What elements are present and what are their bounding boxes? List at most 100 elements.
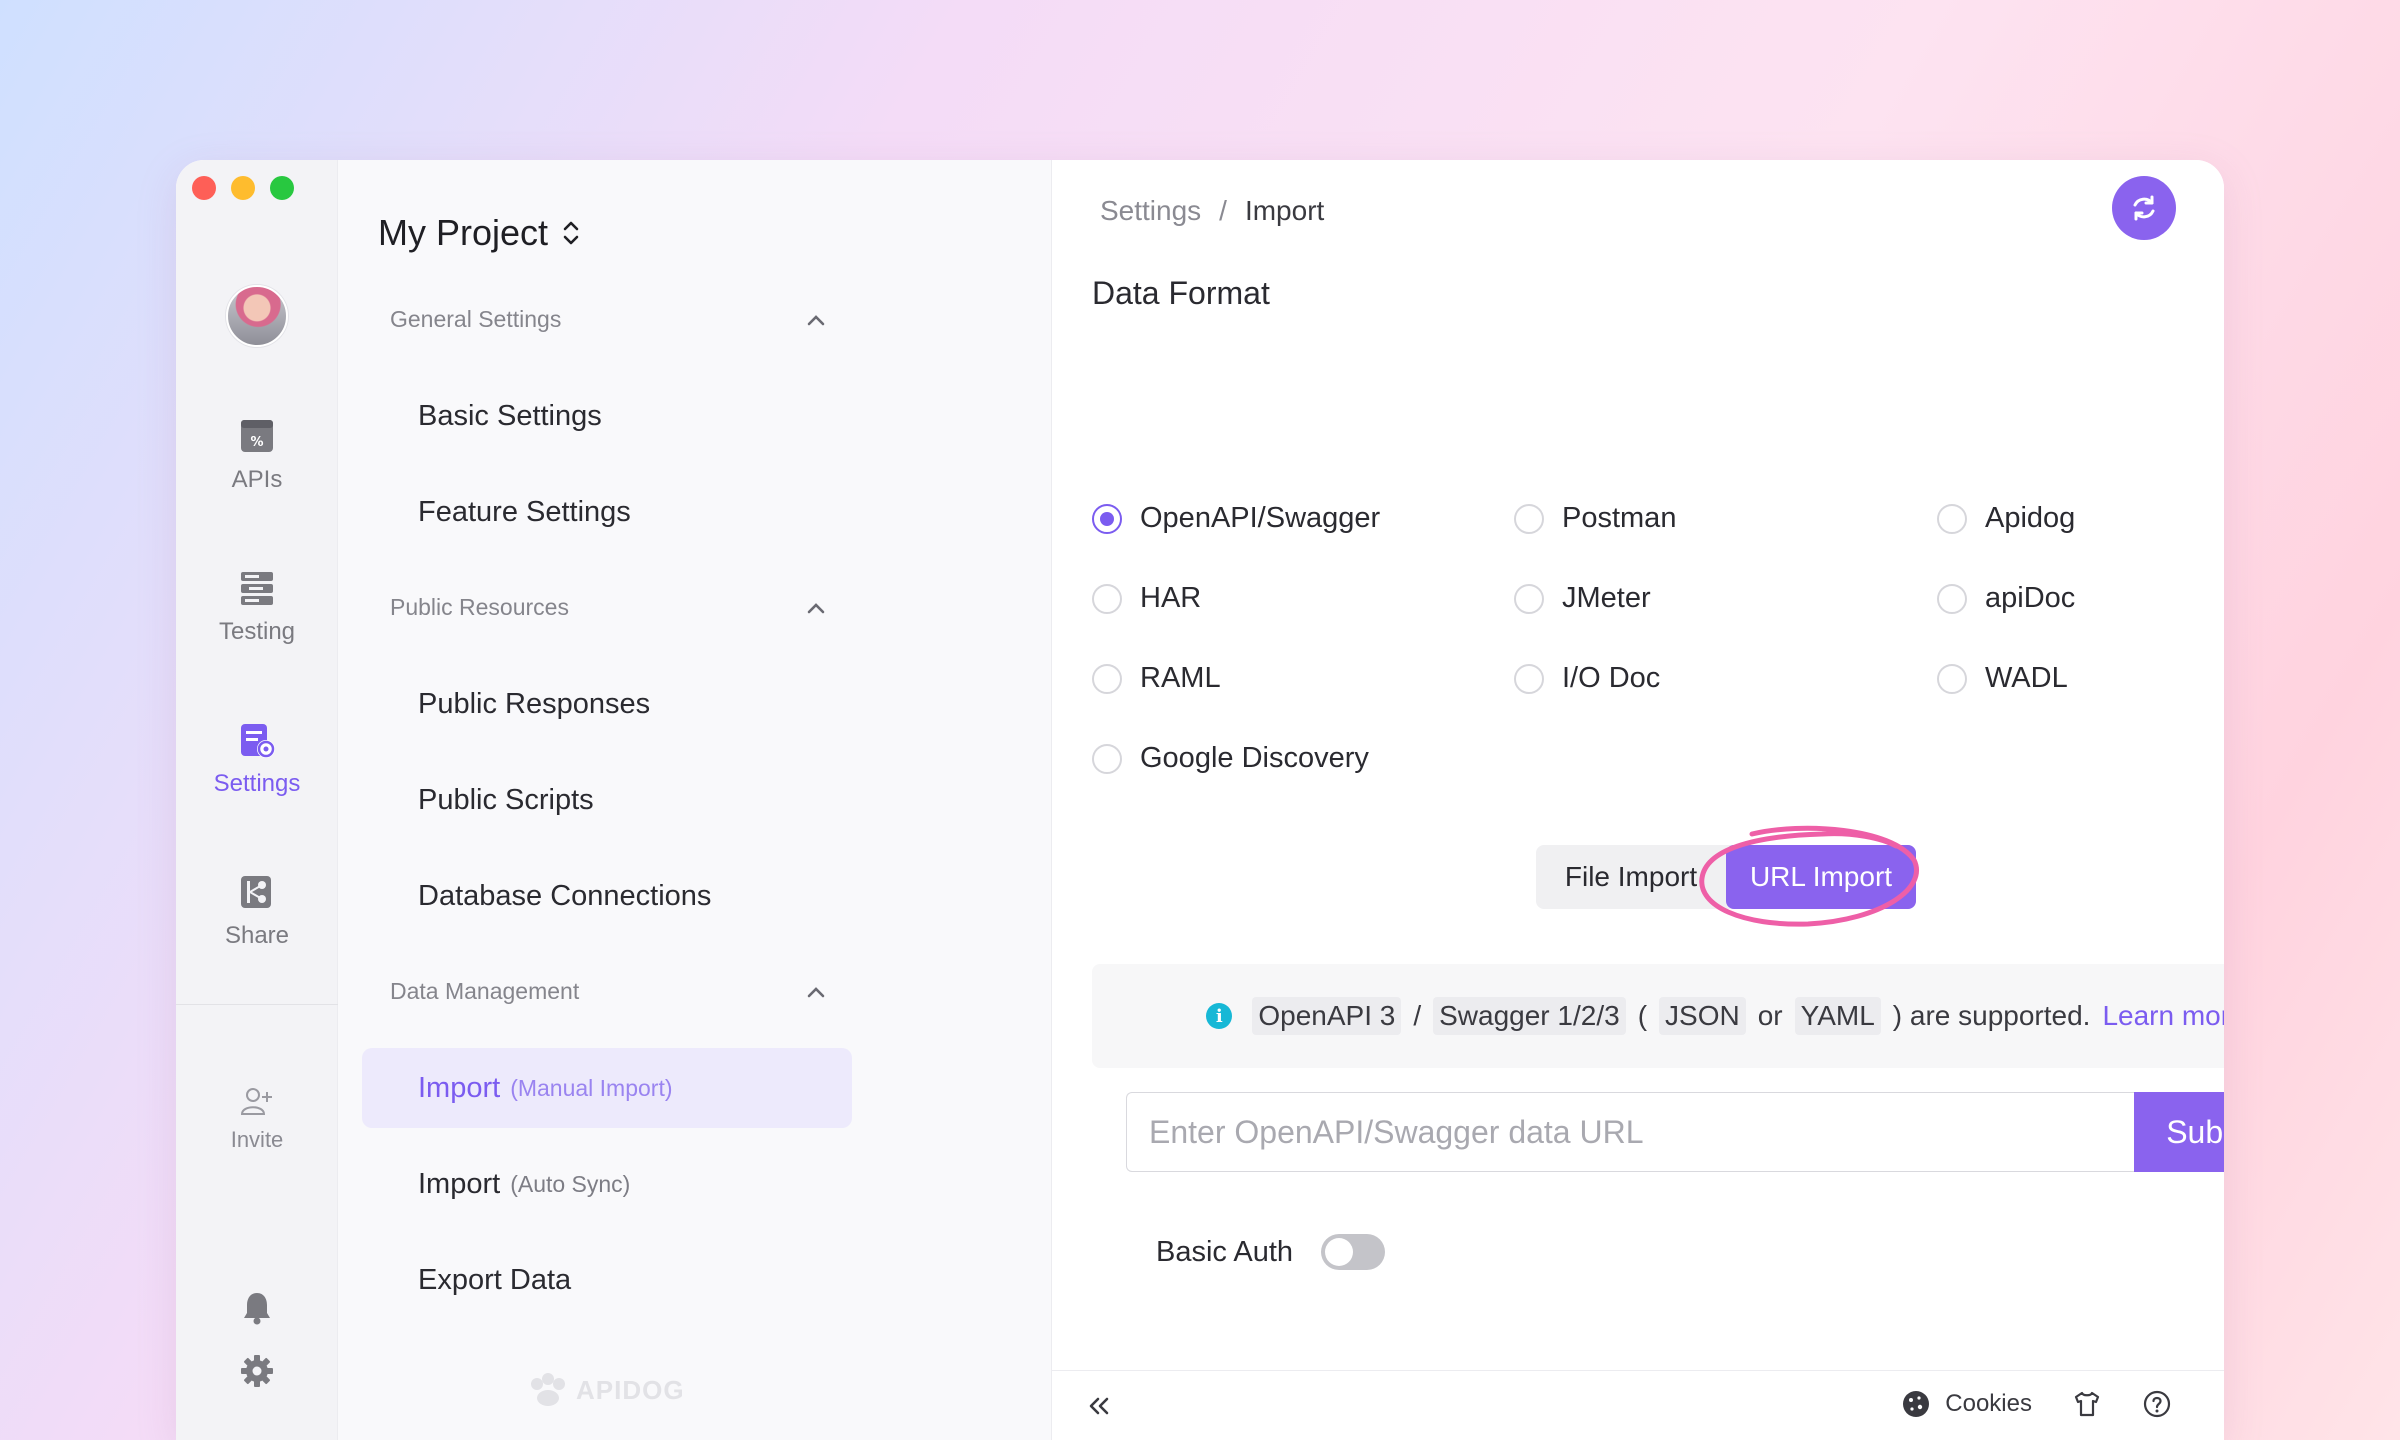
data-url-input[interactable] bbox=[1126, 1092, 2134, 1172]
info-icon: i bbox=[1206, 1003, 1233, 1029]
tag-swagger: Swagger 1/2/3 bbox=[1433, 997, 1626, 1035]
basic-auth-toggle[interactable] bbox=[1321, 1234, 1386, 1270]
rail-item-apis[interactable]: % APIs bbox=[176, 416, 338, 494]
format-har[interactable]: HAR bbox=[1092, 582, 1201, 615]
radio-label: Google Discovery bbox=[1140, 742, 1369, 774]
status-bar: Cookies bbox=[1052, 1370, 2224, 1440]
rail-divider bbox=[176, 1004, 338, 1005]
radio-label: RAML bbox=[1140, 662, 1221, 694]
nav-label: Database Connections bbox=[418, 879, 712, 912]
tag-json: JSON bbox=[1659, 997, 1746, 1035]
rail-item-invite[interactable]: Invite bbox=[176, 1084, 338, 1154]
rail-item-settings[interactable]: Settings bbox=[176, 720, 338, 798]
data-format-title: Data Format bbox=[1092, 275, 1270, 311]
chevron-up-icon bbox=[807, 986, 825, 997]
info-or: or bbox=[1757, 1000, 1783, 1031]
group-data-management[interactable]: Data Management bbox=[390, 978, 826, 1005]
nav-label: Public Scripts bbox=[418, 783, 594, 816]
radio-dot bbox=[1092, 663, 1122, 694]
testing-icon bbox=[241, 572, 273, 605]
chevron-up-icon bbox=[807, 314, 825, 325]
sync-button[interactable] bbox=[2112, 176, 2176, 240]
url-import-row: Submit bbox=[1126, 1092, 2224, 1172]
close-window-button[interactable] bbox=[192, 176, 216, 200]
tag-yaml: YAML bbox=[1794, 997, 1881, 1035]
nav-import-manual[interactable]: Import (Manual Import) bbox=[362, 1048, 852, 1128]
group-title: Public Resources bbox=[390, 594, 569, 620]
radio-label: JMeter bbox=[1562, 582, 1651, 614]
format-openapi-swagger[interactable]: OpenAPI/Swagger bbox=[1092, 502, 1380, 535]
radio-dot bbox=[1937, 503, 1967, 534]
chevron-up-icon bbox=[807, 602, 825, 613]
icon-rail: % APIs Testing Settings Share Invite bbox=[176, 160, 338, 1440]
apis-icon: % bbox=[241, 420, 273, 452]
chevron-up-down-icon bbox=[563, 221, 579, 245]
submit-button[interactable]: Submit bbox=[2134, 1092, 2224, 1172]
avatar[interactable] bbox=[226, 285, 288, 347]
nav-import-auto-sync[interactable]: Import (Auto Sync) bbox=[362, 1144, 852, 1224]
nav-public-scripts[interactable]: Public Scripts bbox=[362, 760, 852, 840]
refresh-icon bbox=[2133, 195, 2155, 221]
cookies-button[interactable]: Cookies bbox=[1901, 1389, 2032, 1419]
radio-dot bbox=[1092, 743, 1122, 774]
breadcrumb-separator: / bbox=[1219, 195, 1227, 226]
group-general-settings[interactable]: General Settings bbox=[390, 306, 826, 333]
radio-dot bbox=[1514, 583, 1544, 614]
format-io-doc[interactable]: I/O Doc bbox=[1514, 662, 1660, 695]
tab-url-import[interactable]: URL Import bbox=[1726, 845, 1916, 909]
nav-label: Export Data bbox=[418, 1263, 572, 1296]
main-panel: Settings / Import Data Format OpenAPI/Sw… bbox=[1052, 160, 2224, 1440]
format-raml[interactable]: RAML bbox=[1092, 662, 1221, 695]
nav-label: Public Responses bbox=[418, 687, 651, 720]
group-title: General Settings bbox=[390, 306, 562, 332]
nav-label: Feature Settings bbox=[418, 495, 631, 528]
rail-item-share[interactable]: Share bbox=[176, 872, 338, 950]
app-window: % APIs Testing Settings Share Invite My … bbox=[176, 160, 2224, 1440]
nav-label: Import bbox=[418, 1071, 501, 1104]
format-jmeter[interactable]: JMeter bbox=[1514, 582, 1651, 615]
breadcrumb-current: Import bbox=[1244, 195, 1325, 226]
rail-item-testing[interactable]: Testing bbox=[176, 568, 338, 646]
format-postman[interactable]: Postman bbox=[1514, 502, 1676, 535]
apidog-paw-icon bbox=[531, 1373, 565, 1406]
cookies-label: Cookies bbox=[1945, 1390, 2032, 1417]
group-title: Data Management bbox=[390, 978, 580, 1004]
radio-dot bbox=[1937, 583, 1967, 614]
nav-basic-settings[interactable]: Basic Settings bbox=[362, 376, 852, 456]
radio-label: I/O Doc bbox=[1562, 662, 1661, 694]
learn-more-link[interactable]: Learn more bbox=[2102, 1000, 2224, 1032]
basic-auth-row: Basic Auth bbox=[1156, 1234, 1386, 1270]
basic-auth-label: Basic Auth bbox=[1156, 1235, 1294, 1268]
nav-feature-settings[interactable]: Feature Settings bbox=[362, 472, 852, 552]
project-switcher[interactable]: My Project bbox=[378, 212, 582, 254]
apidog-logo: APIDOG bbox=[528, 1372, 685, 1408]
maximize-window-button[interactable] bbox=[270, 176, 294, 200]
radio-label: WADL bbox=[1985, 662, 2068, 694]
svg-text:%: % bbox=[250, 435, 263, 450]
rail-label-invite: Invite bbox=[230, 1127, 284, 1152]
settings-icon bbox=[241, 724, 275, 758]
rail-label-share: Share bbox=[224, 922, 290, 949]
nav-public-responses[interactable]: Public Responses bbox=[362, 664, 852, 744]
gear-icon[interactable] bbox=[240, 1354, 274, 1388]
collapse-sidebar-icon[interactable] bbox=[1084, 1391, 1114, 1421]
nav-export-data[interactable]: Export Data bbox=[362, 1240, 852, 1320]
format-apidoc[interactable]: apiDoc bbox=[1937, 582, 2075, 615]
minimize-window-button[interactable] bbox=[231, 176, 255, 200]
tag-openapi-3: OpenAPI 3 bbox=[1252, 997, 1402, 1035]
format-wadl[interactable]: WADL bbox=[1937, 662, 2068, 695]
tab-file-import[interactable]: File Import bbox=[1536, 845, 1726, 909]
cookie-icon bbox=[1903, 1391, 1930, 1417]
bell-icon[interactable] bbox=[241, 1290, 273, 1326]
format-apidog[interactable]: Apidog bbox=[1937, 502, 2075, 535]
info-tail: ) are supported. bbox=[1892, 1000, 2091, 1031]
nav-sublabel: (Auto Sync) bbox=[510, 1170, 631, 1197]
help-icon[interactable] bbox=[2142, 1389, 2172, 1419]
nav-sublabel: (Manual Import) bbox=[510, 1074, 673, 1101]
group-public-resources[interactable]: Public Resources bbox=[390, 594, 826, 621]
format-google-discovery[interactable]: Google Discovery bbox=[1092, 742, 1369, 775]
nav-database-connections[interactable]: Database Connections bbox=[362, 856, 852, 936]
shirt-icon[interactable] bbox=[2072, 1389, 2102, 1419]
breadcrumb-settings[interactable]: Settings bbox=[1100, 195, 1201, 227]
nav-label: Basic Settings bbox=[418, 399, 602, 432]
